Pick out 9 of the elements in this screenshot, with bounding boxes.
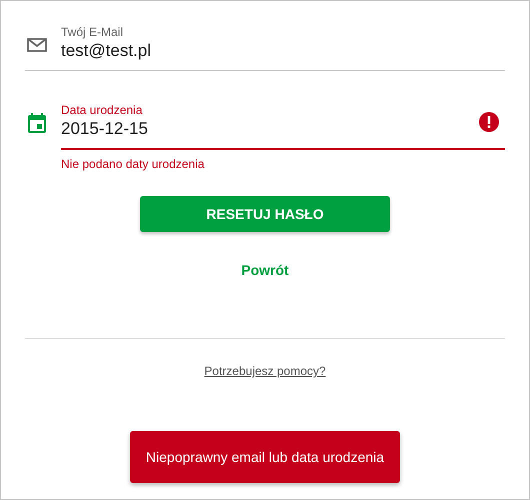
calendar-icon: [25, 111, 49, 135]
error-icon: [479, 112, 499, 132]
help-link[interactable]: Potrzebujesz pomocy?: [204, 364, 326, 378]
date-field[interactable]: Data urodzenia 2015-12-15: [61, 103, 505, 150]
error-snackbar: Niepoprawny email lub data urodzenia: [130, 431, 400, 483]
date-input[interactable]: 2015-12-15: [61, 118, 479, 140]
email-input[interactable]: test@test.pl: [61, 40, 505, 62]
email-field[interactable]: Twój E-Mail test@test.pl: [61, 25, 505, 70]
error-message: Nie podano daty urodzenia: [61, 157, 206, 171]
